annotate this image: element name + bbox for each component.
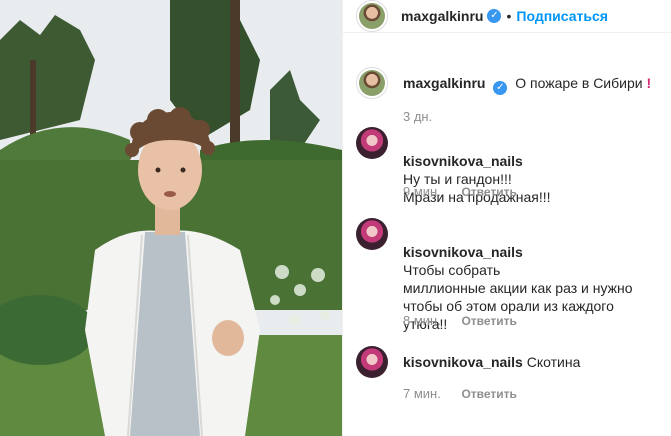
header-separator: •: [506, 8, 512, 24]
header-username[interactable]: maxgalkinru: [401, 8, 483, 24]
comment-meta: 9 мин. Ответить: [403, 184, 517, 199]
comment-username[interactable]: kisovnikova_nails: [403, 153, 523, 169]
follow-button[interactable]: Подписаться: [516, 8, 608, 24]
reply-button[interactable]: Ответить: [461, 314, 516, 328]
commenter-avatar[interactable]: [356, 346, 388, 378]
comment-item: kisovnikova_nails Скотина: [356, 346, 666, 378]
commenter-avatar[interactable]: [356, 127, 388, 159]
comment-username[interactable]: kisovnikova_nails: [403, 354, 523, 370]
author-avatar[interactable]: [356, 0, 388, 32]
post-header: maxgalkinru ✓ • Подписаться: [343, 0, 671, 33]
post-video[interactable]: [0, 0, 342, 436]
comment-username[interactable]: kisovnikova_nails: [403, 244, 523, 260]
caption-avatar[interactable]: [356, 67, 388, 99]
comment-meta: 7 мин. Ответить: [403, 386, 517, 401]
caption-time[interactable]: 3 дн.: [403, 109, 432, 124]
caption-emphasis: !: [646, 75, 652, 91]
verified-badge-icon: ✓: [487, 9, 502, 23]
caption-text: О пожаре в Сибири: [515, 75, 643, 91]
reply-button[interactable]: Ответить: [461, 387, 516, 401]
post-caption: maxgalkinru ✓ О пожаре в Сибири !: [356, 67, 651, 99]
comment-time[interactable]: 7 мин.: [403, 386, 441, 401]
comments-panel: maxgalkinru ✓ • Подписаться maxgalkinru …: [342, 0, 671, 436]
comment-time[interactable]: 8 мин.: [403, 313, 441, 328]
commenter-avatar[interactable]: [356, 218, 388, 250]
comment-meta: 8 мин. Ответить: [403, 313, 517, 328]
reply-button[interactable]: Ответить: [461, 185, 516, 199]
verified-badge-icon: ✓: [493, 81, 508, 95]
comment-text: Скотина: [526, 354, 581, 370]
caption-username[interactable]: maxgalkinru: [403, 75, 485, 91]
video-frame-image: [0, 0, 342, 436]
instagram-post: maxgalkinru ✓ • Подписаться maxgalkinru …: [0, 0, 671, 436]
comment-time[interactable]: 9 мин.: [403, 184, 441, 199]
